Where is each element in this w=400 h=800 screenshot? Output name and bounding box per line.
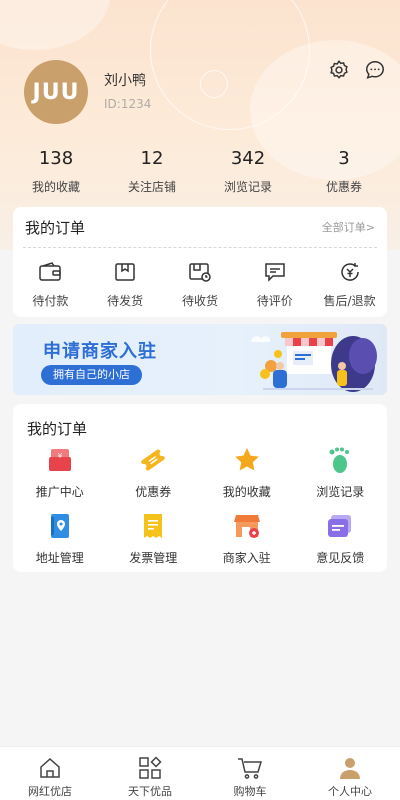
tool-label: 浏览记录 <box>316 485 365 499</box>
tool-label: 地址管理 <box>35 551 84 565</box>
tool-label: 意见反馈 <box>316 551 365 565</box>
stat-value: 3 <box>338 148 350 169</box>
tool-coupons[interactable]: 优惠券 <box>107 446 201 502</box>
stat-coupons[interactable]: 3 优惠券 <box>299 148 389 195</box>
tool-label: 发票管理 <box>129 551 178 565</box>
tool-label: 我的收藏 <box>222 485 271 499</box>
tool-label: 优惠券 <box>135 485 172 499</box>
tab-label: 个人中心 <box>328 785 372 798</box>
tool-invoice-management[interactable]: 发票管理 <box>107 512 201 568</box>
order-after-sales[interactable]: 售后/退款 <box>315 260 385 309</box>
stat-label: 关注店铺 <box>127 180 176 194</box>
feedback-icon <box>294 512 388 540</box>
coupon-icon <box>107 446 201 474</box>
shop-illustration <box>251 332 377 392</box>
orders-card: 我的订单 全部订单> 待付款 待发货 待收货 待评价 售后/退款 <box>13 207 387 317</box>
delivery-icon <box>165 260 235 284</box>
banner-title: 申请商家入驻 <box>43 341 157 362</box>
stat-value: 342 <box>230 148 266 169</box>
order-pending-payment[interactable]: 待付款 <box>15 260 85 309</box>
invoice-icon <box>107 512 201 540</box>
order-label: 待发货 <box>107 294 144 308</box>
merchant-banner[interactable]: 申请商家入驻 拥有自己的小店 <box>13 324 387 395</box>
tab-personal-center[interactable]: 个人中心 <box>300 747 400 800</box>
user-icon <box>300 755 400 781</box>
tab-label: 天下优品 <box>128 785 172 798</box>
stat-label: 优惠券 <box>325 180 362 194</box>
refund-icon <box>315 260 385 284</box>
all-orders-link[interactable]: 全部订单> <box>322 219 375 235</box>
tool-promotion-center[interactable]: ¥ 推广中心 <box>13 446 107 502</box>
tool-address-management[interactable]: 地址管理 <box>13 512 107 568</box>
order-label: 售后/退款 <box>323 294 376 308</box>
stat-browse-history[interactable]: 342 浏览记录 <box>203 148 293 195</box>
promotion-icon: ¥ <box>13 446 107 474</box>
user-id: ID:1234 <box>104 97 152 111</box>
tool-label: 推广中心 <box>35 485 84 499</box>
orders-title: 我的订单 <box>25 218 86 237</box>
star-icon <box>200 446 294 474</box>
stat-favorites[interactable]: 138 我的收藏 <box>11 148 101 195</box>
order-label: 待付款 <box>32 294 69 308</box>
banner-subtitle: 拥有自己的小店 <box>41 365 142 385</box>
tools-card: 我的订单 ¥ 推广中心 优惠券 我的收藏 浏览记录 地址管理 发票管理 商家入驻… <box>13 404 387 572</box>
tool-favorites[interactable]: 我的收藏 <box>200 446 294 502</box>
cart-icon <box>200 755 300 781</box>
tab-shopping-cart[interactable]: 购物车 <box>200 747 300 800</box>
tool-feedback[interactable]: 意见反馈 <box>294 512 388 568</box>
order-label: 待收货 <box>181 294 218 308</box>
shop-icon <box>200 512 294 540</box>
footprint-icon <box>294 446 388 474</box>
stats-row: 138 我的收藏 12 关注店铺 342 浏览记录 3 优惠券 <box>0 148 400 195</box>
settings-icon[interactable] <box>327 58 351 82</box>
package-icon <box>90 260 160 284</box>
stat-label: 浏览记录 <box>223 180 272 194</box>
address-icon <box>13 512 107 540</box>
wallet-icon <box>15 260 85 284</box>
stat-followed-shops[interactable]: 12 关注店铺 <box>107 148 197 195</box>
order-pending-receipt[interactable]: 待收货 <box>165 260 235 309</box>
tab-world-products[interactable]: 天下优品 <box>100 747 200 800</box>
order-pending-shipment[interactable]: 待发货 <box>90 260 160 309</box>
avatar-text: JUU <box>32 79 80 105</box>
tool-label: 商家入驻 <box>222 551 271 565</box>
tool-merchant-entry[interactable]: 商家入驻 <box>200 512 294 568</box>
tab-influencer-shops[interactable]: 网红优店 <box>0 747 100 800</box>
stat-value: 138 <box>38 148 74 169</box>
tools-title: 我的订单 <box>27 420 88 438</box>
tool-browse-history[interactable]: 浏览记录 <box>294 446 388 502</box>
avatar[interactable]: JUU <box>24 60 88 124</box>
home-icon <box>0 755 100 781</box>
order-pending-review[interactable]: 待评价 <box>240 260 310 309</box>
tab-label: 网红优店 <box>28 785 72 798</box>
stat-value: 12 <box>140 148 164 169</box>
username: 刘小鸭 <box>104 73 146 89</box>
order-label: 待评价 <box>256 294 293 308</box>
tab-label: 购物车 <box>233 785 267 798</box>
grid-icon <box>100 755 200 781</box>
message-icon[interactable] <box>363 58 387 82</box>
svg-text:¥: ¥ <box>58 452 63 460</box>
comment-icon <box>240 260 310 284</box>
bottom-tab-bar: 网红优店 天下优品 购物车 个人中心 <box>0 746 400 800</box>
stat-label: 我的收藏 <box>31 180 80 194</box>
